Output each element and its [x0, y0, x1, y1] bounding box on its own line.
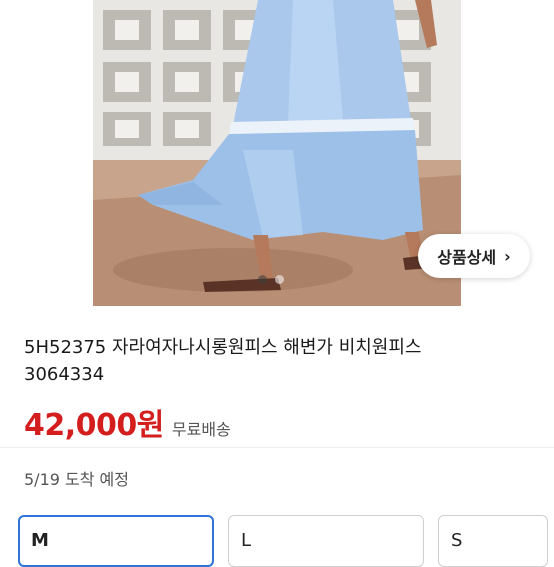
divider	[0, 447, 554, 448]
product-title: 5H52375 자라여자나시롱원피스 해변가 비치원피스 3064334	[24, 337, 422, 385]
product-image[interactable]	[93, 0, 461, 306]
delivery-estimate: 5/19 도착 예정	[24, 470, 129, 489]
gallery-pagination	[258, 275, 284, 284]
size-option-l[interactable]: L	[228, 515, 424, 567]
shipping-info: 무료배송	[171, 420, 231, 439]
pagination-dot[interactable]	[275, 275, 284, 284]
product-price: 42,000원	[24, 408, 164, 443]
product-gallery[interactable]: 상품상세 ›	[0, 0, 554, 306]
product-detail-button[interactable]: 상품상세 ›	[418, 234, 530, 278]
size-option-s[interactable]: S	[438, 515, 548, 567]
product-detail-label: 상품상세	[437, 248, 497, 267]
price-row: 42,000원 무료배송	[24, 400, 231, 444]
size-options: M L S	[18, 515, 548, 567]
size-option-m[interactable]: M	[18, 515, 214, 567]
chevron-right-icon: ›	[504, 246, 511, 266]
pagination-dot-active[interactable]	[258, 275, 267, 284]
